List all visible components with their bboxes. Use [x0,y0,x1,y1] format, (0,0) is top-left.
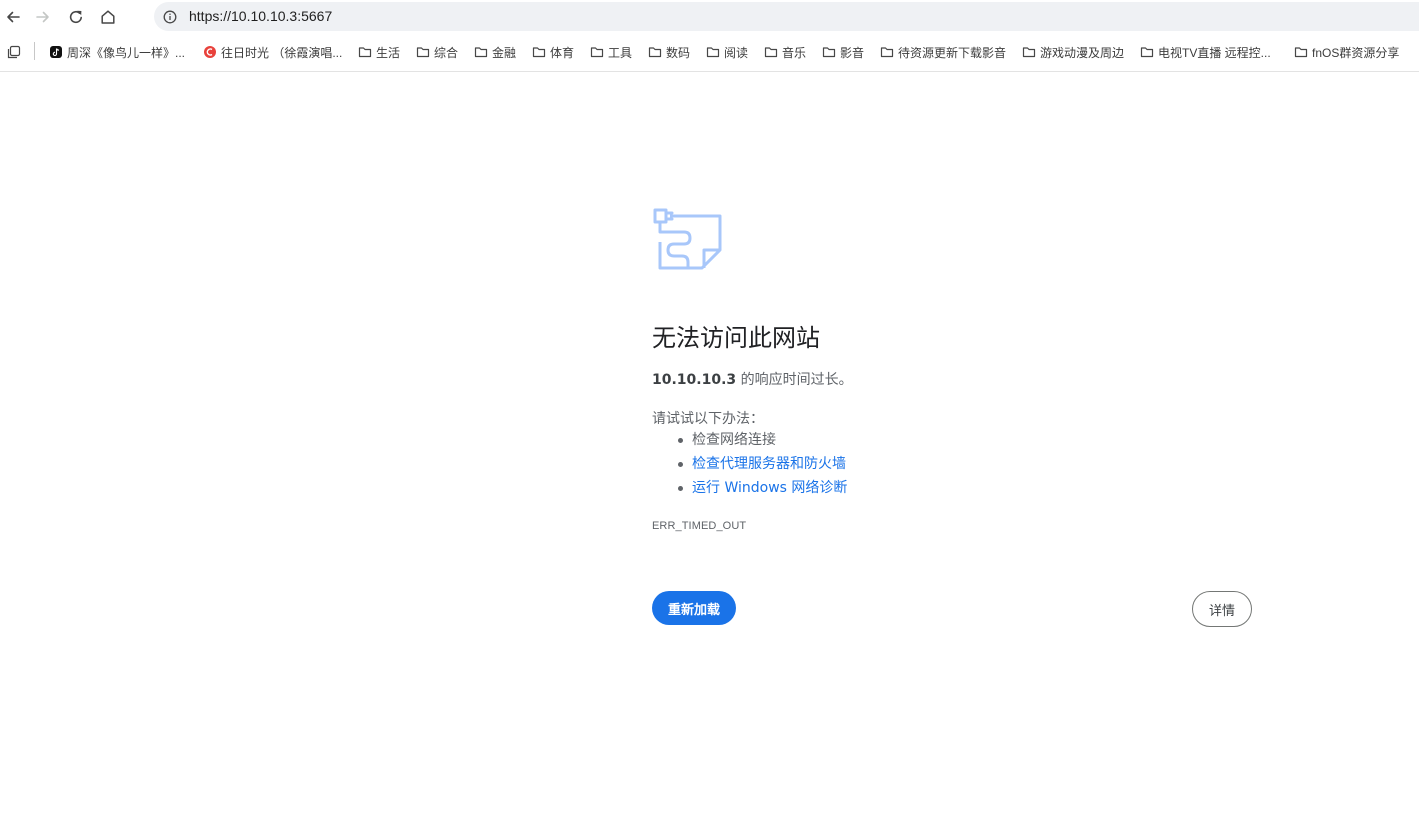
bookmark-label: 电视TV直播 远程控... [1158,45,1271,60]
bullet-icon [678,486,683,491]
folder-icon [416,45,430,59]
bookmark-label: 影音 [840,45,865,60]
forward-button[interactable] [31,5,55,29]
bookmark-item[interactable]: 游戏动漫及周边 [1022,43,1124,61]
reload-button[interactable] [64,5,88,29]
suggestion-run-diagnostics[interactable]: 运行 Windows 网络诊断 [652,478,847,502]
disconnected-plug-icon [653,208,722,270]
bookmark-item[interactable]: 周深《像鸟儿一样》... [49,43,185,61]
bullet-icon [678,438,683,443]
folder-icon [1140,45,1154,59]
bookmark-label: 往日时光 （徐霞演唱... [221,45,343,60]
bookmark-label: 游戏动漫及周边 [1040,45,1125,60]
bookmark-item[interactable]: 电视TV直播 远程控... [1140,43,1271,61]
bookmark-label: 金融 [492,45,517,60]
folder-icon [590,45,604,59]
folder-icon [1022,45,1036,59]
suggestion-check-connection: 检查网络连接 [652,430,847,454]
bullet-icon [678,462,683,467]
folder-icon [822,45,836,59]
bookmark-item[interactable]: 数码 [648,43,690,61]
folder-icon [880,45,894,59]
bookmarks-bar: 周深《像鸟儿一样》... 往日时光 （徐霞演唱... 生活 综合 金融 体育 工具 数码 阅读 音… [0,34,1419,72]
music-app-icon [203,45,217,59]
tab-search-button[interactable] [7,43,21,61]
reload-icon [69,10,82,24]
error-host: 10.10.10.3 [652,372,737,388]
reload-page-button[interactable]: 重新加载 [652,591,736,625]
suggestions-heading: 请试试以下办法： [652,411,764,427]
details-button[interactable]: 详情 [1192,591,1252,627]
bookmark-item[interactable]: 综合 [416,43,458,61]
bookmark-label: 综合 [434,45,459,60]
suggestions-list: 检查网络连接 检查代理服务器和防火墙 运行 Windows 网络诊断 [652,430,847,502]
suggestion-link[interactable]: 运行 Windows 网络诊断 [692,480,847,496]
folder-icon [706,45,720,59]
tab-groups-icon [7,45,21,59]
bookmark-item[interactable]: 阅读 [706,43,748,61]
bookmark-label: 阅读 [724,45,749,60]
folder-icon [764,45,778,59]
tiktok-icon [49,45,63,59]
bookmark-item[interactable]: 工具 [590,43,632,61]
bookmark-item[interactable]: 待资源更新下载影音 [880,43,1006,61]
bookmark-label: 工具 [608,45,633,60]
back-button[interactable] [1,5,25,29]
bookmark-item[interactable]: 音乐 [764,43,806,61]
bookmark-label: 生活 [376,45,401,60]
folder-icon [1294,45,1308,59]
address-bar[interactable]: https://10.10.10.3:5667 [154,2,1419,31]
bookmark-item[interactable]: 生活 [358,43,400,61]
arrow-left-icon [7,11,20,23]
folder-icon [358,45,372,59]
home-icon [101,10,115,24]
bookmark-label: fnOS群资源分享 [1312,45,1400,60]
bookmark-item[interactable]: fnOS群资源分享 [1294,43,1399,61]
bookmark-label: 待资源更新下载影音 [898,45,1007,60]
bookmark-item[interactable]: 往日时光 （徐霞演唱... [203,43,342,61]
bookmark-item[interactable]: 体育 [532,43,574,61]
home-button[interactable] [96,5,120,29]
bookmark-label: 体育 [550,45,575,60]
bookmark-label: 数码 [666,45,691,60]
bookmark-item[interactable]: 金融 [474,43,516,61]
arrow-right-icon [36,11,49,23]
folder-icon [648,45,662,59]
browser-toolbar: https://10.10.10.3:5667 [0,0,1419,34]
bookmark-item[interactable]: 影音 [822,43,864,61]
url-text[interactable]: https://10.10.10.3:5667 [189,8,332,24]
error-description-text: 的响应时间过长。 [736,372,853,388]
info-circle-icon[interactable] [162,9,178,25]
suggestion-link[interactable]: 检查代理服务器和防火墙 [692,456,846,472]
folder-icon [532,45,546,59]
folder-icon [474,45,488,59]
suggestion-label: 检查网络连接 [692,432,776,448]
suggestion-check-proxy-firewall[interactable]: 检查代理服务器和防火墙 [652,454,847,478]
bookmark-label: 周深《像鸟儿一样》... [67,45,186,60]
error-description: 10.10.10.3 的响应时间过长。 [652,369,853,389]
bookmarks-separator [34,42,35,60]
bookmark-label: 音乐 [782,45,807,60]
error-title: 无法访问此网站 [652,324,820,352]
error-code: ERR_TIMED_OUT [652,520,747,532]
